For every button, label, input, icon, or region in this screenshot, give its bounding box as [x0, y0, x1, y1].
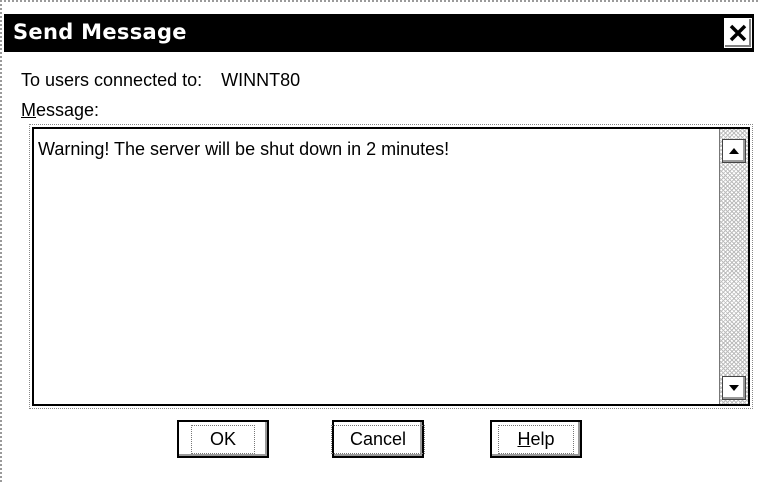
recipients-row: To users connected to: WINNT80	[21, 70, 300, 91]
scroll-up-arrow-icon	[729, 148, 739, 154]
message-label-text: essage:	[36, 100, 100, 120]
close-icon	[729, 24, 747, 42]
scroll-down-button[interactable]	[722, 376, 746, 400]
message-label: Message:	[21, 100, 99, 121]
dialog-title: Send Message	[13, 20, 187, 44]
cancel-button[interactable]: Cancel	[330, 420, 426, 458]
message-textarea[interactable]: Warning! The server will be shut down in…	[29, 124, 753, 409]
ok-button[interactable]: OK	[177, 420, 269, 458]
server-name: WINNT80	[221, 70, 301, 90]
message-label-mnemonic: M	[21, 100, 36, 120]
send-message-dialog: Send Message To users connected to: WINN…	[0, 0, 758, 482]
message-text: Warning! The server will be shut down in…	[38, 139, 450, 159]
scroll-up-button[interactable]	[722, 139, 746, 163]
help-label-rest: elp	[530, 428, 555, 449]
scroll-down-arrow-icon	[729, 385, 739, 391]
close-button[interactable]	[724, 18, 752, 48]
title-bar[interactable]: Send Message	[4, 14, 754, 52]
help-button[interactable]: Help	[490, 420, 582, 458]
help-mnemonic: H	[517, 428, 531, 449]
help-button-label: Help	[498, 424, 574, 454]
ok-button-label: OK	[190, 424, 255, 454]
cancel-button-label: Cancel	[330, 424, 426, 454]
to-label: To users connected to:	[21, 70, 203, 90]
vertical-scrollbar[interactable]	[719, 129, 748, 404]
